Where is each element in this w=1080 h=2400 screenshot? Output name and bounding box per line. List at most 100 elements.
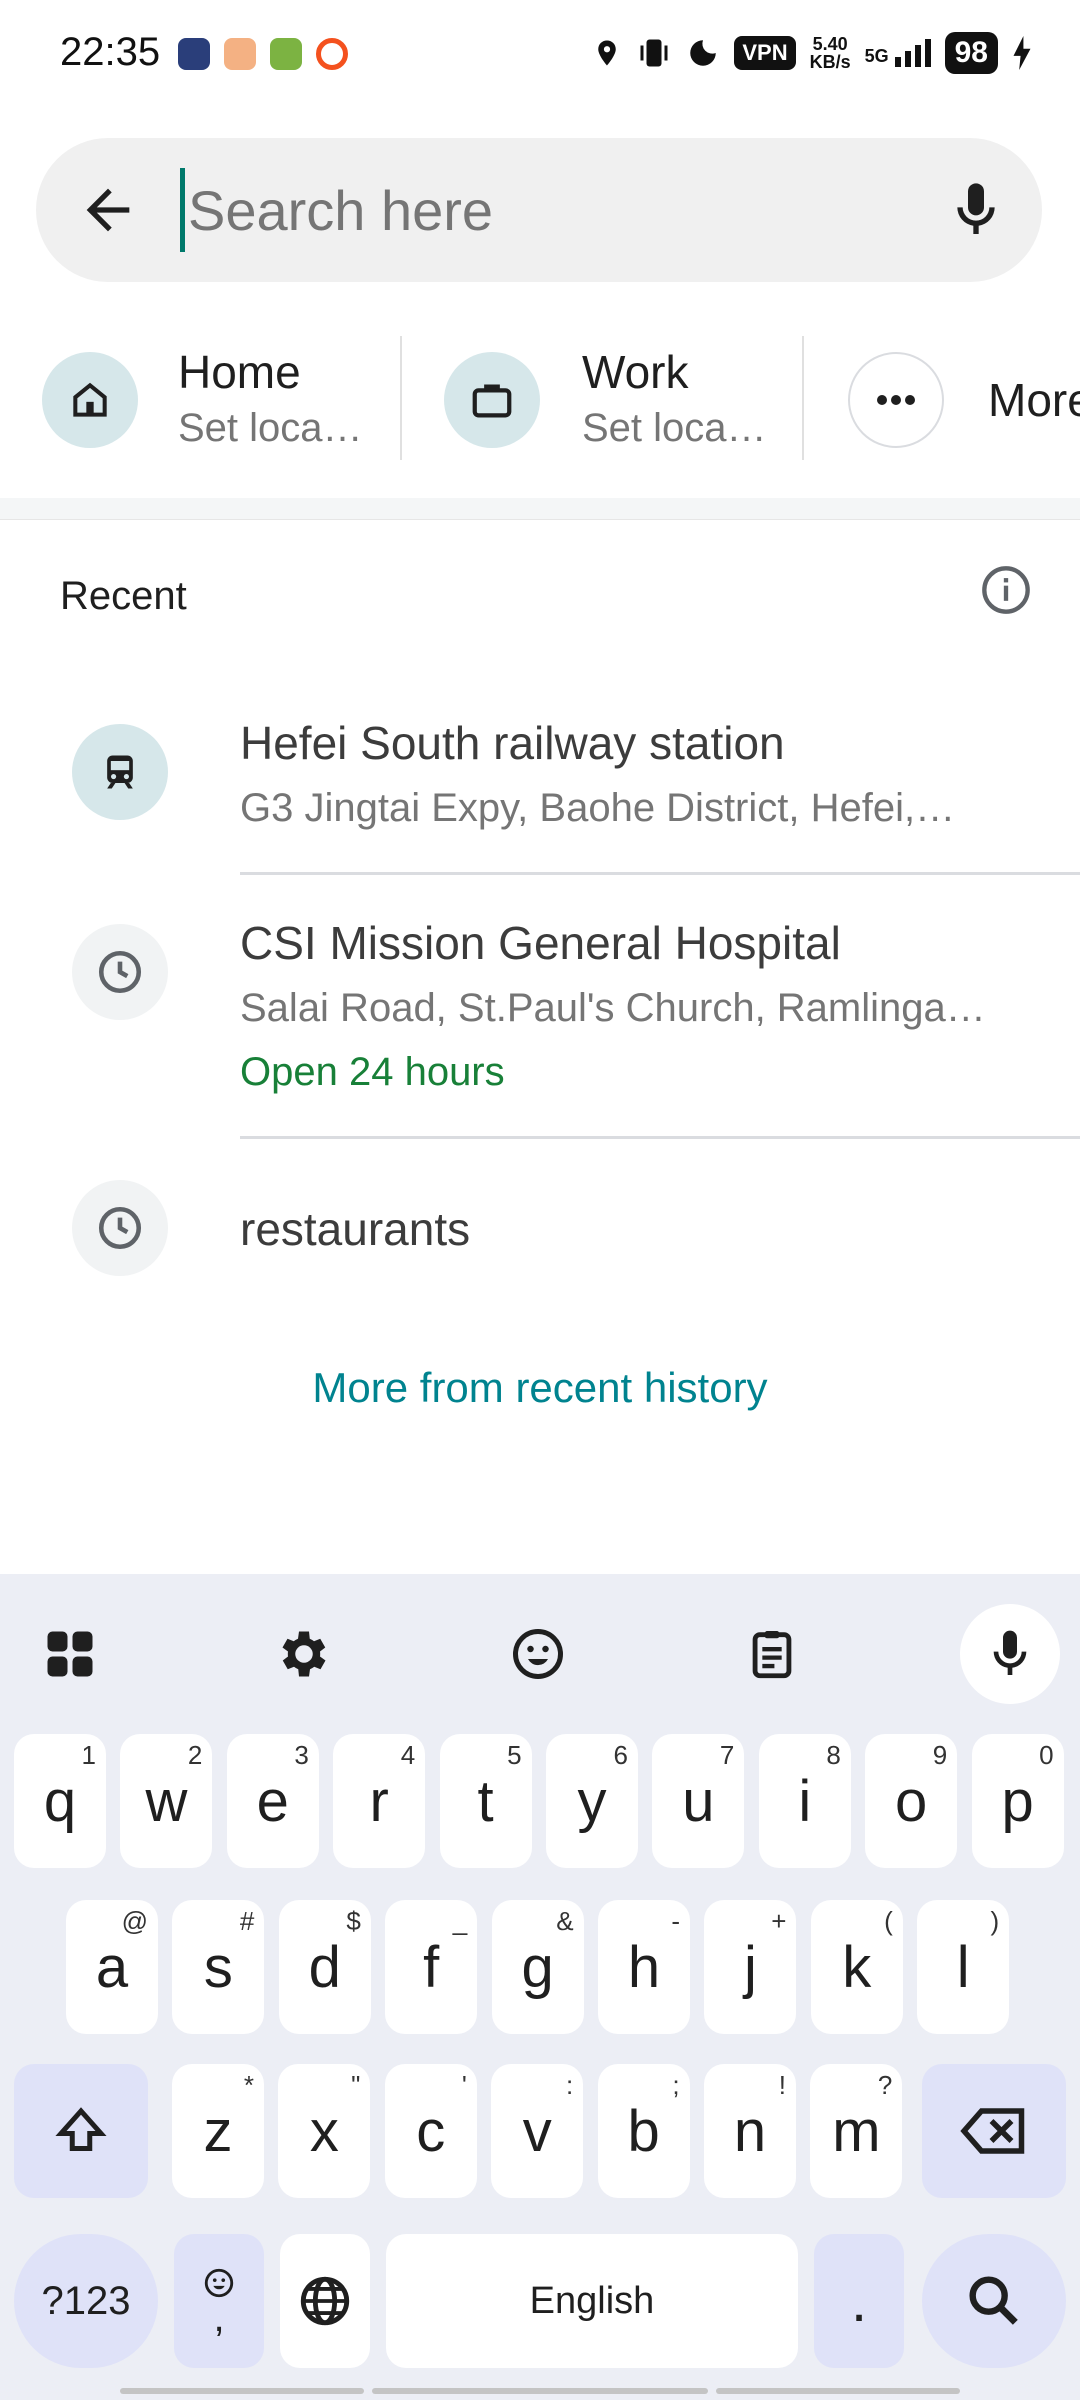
battery-level: 98 xyxy=(944,32,998,74)
key-i[interactable]: i8 xyxy=(758,1734,851,1868)
key-label: l xyxy=(956,1934,970,2000)
status-bar: 22:35 VPN 5.40 KB/s 5G 98 xyxy=(0,0,1080,110)
shortcut-work-subtitle: Set loca… xyxy=(582,406,767,450)
key-k[interactable]: k( xyxy=(810,1900,903,2034)
key-d[interactable]: d $ xyxy=(278,1900,371,2034)
emoji-icon[interactable] xyxy=(488,1604,588,1704)
key-c[interactable]: c ' xyxy=(384,2064,477,2198)
key-u[interactable]: u7 xyxy=(652,1734,745,1868)
key-p[interactable]: p0 xyxy=(971,1734,1064,1868)
keyboard-voice-mic-icon[interactable] xyxy=(960,1604,1060,1704)
key-h[interactable]: h- xyxy=(598,1900,690,2034)
key-x[interactable]: x " xyxy=(278,2064,371,2198)
shortcut-more-title: More xyxy=(988,374,1080,426)
recent-item-title: CSI Mission General Hospital xyxy=(240,917,841,969)
key-hint: @ xyxy=(121,1906,148,1936)
info-icon[interactable] xyxy=(980,564,1032,616)
key-q[interactable]: q1 xyxy=(14,1734,106,1868)
notification-icons xyxy=(178,38,348,70)
key-r[interactable]: r4 xyxy=(333,1734,426,1868)
key-label: p xyxy=(1001,1768,1034,1834)
key-l[interactable]: l) xyxy=(917,1900,1010,2034)
key-hint: $ xyxy=(346,1906,361,1936)
status-time: 22:35 xyxy=(60,30,161,74)
shortcut-more[interactable]: More xyxy=(848,320,1080,480)
location-icon xyxy=(598,40,617,66)
shortcut-work[interactable]: Work Set loca… xyxy=(444,320,767,480)
app-notification-icon xyxy=(316,38,348,70)
emoji-icon xyxy=(204,2268,234,2298)
key-j[interactable]: j + xyxy=(704,1900,797,2034)
key-hint: ) xyxy=(990,1906,1000,1936)
key-label: b xyxy=(627,2098,660,2164)
key-o[interactable]: o9 xyxy=(865,1734,958,1868)
key-hint: 2 xyxy=(187,1740,203,1770)
key-v[interactable]: v: xyxy=(491,2064,584,2198)
settings-gear-icon[interactable] xyxy=(254,1604,354,1704)
nav-handle xyxy=(716,2388,960,2394)
key-hint: 3 xyxy=(294,1740,309,1770)
shortcut-home[interactable]: Home Set loca… xyxy=(42,320,363,480)
key-hint: 7 xyxy=(719,1740,735,1770)
key-hint: ' xyxy=(461,2070,467,2100)
search-bar[interactable] xyxy=(36,138,1042,282)
key-e[interactable]: e3 xyxy=(226,1734,319,1868)
key-hint: 8 xyxy=(826,1740,841,1770)
key-y[interactable]: y6 xyxy=(546,1734,638,1868)
key-t[interactable]: t5 xyxy=(439,1734,532,1868)
key-label: f xyxy=(423,1934,440,2000)
key-hint: ( xyxy=(884,1906,893,1936)
search-icon xyxy=(969,2276,1018,2325)
maps-search-screen: 22:35 VPN 5.40 KB/s 5G 98 Search here Ho… xyxy=(0,0,1080,2400)
more-recent-history-link[interactable]: More from recent history xyxy=(0,1364,1080,1412)
key-s[interactable]: s # xyxy=(172,1900,265,2034)
recent-item[interactable]: restaurants xyxy=(0,1180,1080,1280)
key-m[interactable]: m? xyxy=(810,2064,903,2198)
clipboard-icon[interactable] xyxy=(722,1604,822,1704)
key-label: z xyxy=(203,2098,233,2164)
key-label: o xyxy=(895,1768,928,1834)
recent-item-address: Salai Road, St.Paul's Church, Ramlinga… xyxy=(240,986,986,1030)
backspace-key[interactable] xyxy=(922,2064,1066,2198)
search-key[interactable] xyxy=(922,2234,1066,2368)
key-a[interactable]: a @ xyxy=(66,1900,158,2034)
key-b[interactable]: b; xyxy=(597,2064,690,2198)
key-f[interactable]: f _ xyxy=(385,1900,478,2034)
key-hint: 6 xyxy=(613,1740,628,1770)
key-n[interactable]: n! xyxy=(704,2064,796,2198)
key-hint: 9 xyxy=(932,1740,948,1770)
key-g[interactable]: g & xyxy=(491,1900,584,2034)
space-key[interactable]: English xyxy=(386,2234,798,2368)
shift-arrow-icon xyxy=(55,2107,107,2151)
symbols-key[interactable]: ?123 xyxy=(14,2234,158,2368)
usb-icon xyxy=(270,38,302,70)
key-hint: _ xyxy=(452,1906,468,1936)
shift-key[interactable] xyxy=(14,2064,148,2198)
section-separator xyxy=(0,498,1080,520)
shortcut-divider xyxy=(400,336,402,460)
emoji-comma-key[interactable]: , xyxy=(174,2234,264,2368)
back-arrow-icon[interactable] xyxy=(76,178,140,242)
key-label: d xyxy=(308,1934,341,2000)
list-divider xyxy=(240,872,1080,875)
key-label: k xyxy=(842,1934,872,2000)
voice-search-mic-icon[interactable] xyxy=(944,178,1008,242)
charging-icon xyxy=(1013,36,1031,70)
key-hint: 0 xyxy=(1039,1740,1054,1770)
history-clock-icon xyxy=(72,1180,168,1276)
key-hint: & xyxy=(556,1906,574,1936)
recent-item-title: Hefei South railway station xyxy=(240,717,785,769)
recent-item[interactable]: CSI Mission General Hospital Salai Road,… xyxy=(0,890,1080,1130)
apps-grid-icon[interactable] xyxy=(20,1604,120,1704)
key-z[interactable]: z * xyxy=(172,2064,264,2198)
key-w[interactable]: w2 xyxy=(120,1734,213,1868)
key-hint: # xyxy=(239,1906,255,1936)
language-key[interactable] xyxy=(280,2234,370,2368)
key-label: g xyxy=(521,1934,554,2000)
key-label: y xyxy=(577,1768,607,1834)
signal-icon: 5G xyxy=(865,39,931,67)
recent-item[interactable]: Hefei South railway station G3 Jingtai E… xyxy=(0,690,1080,870)
period-key[interactable]: . xyxy=(814,2234,904,2368)
recent-item-address: G3 Jingtai Expy, Baohe District, Hefei,… xyxy=(240,786,956,830)
search-input[interactable] xyxy=(188,166,888,254)
